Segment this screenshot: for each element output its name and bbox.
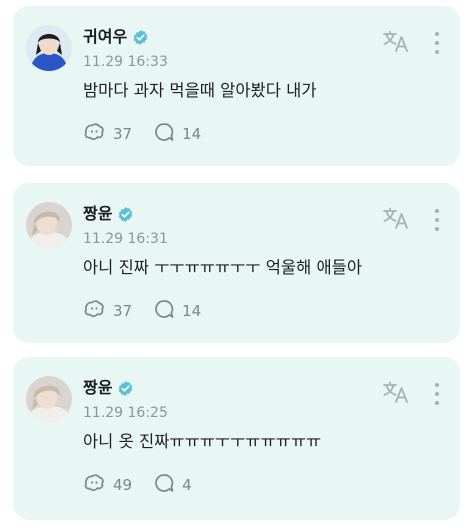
post-text: 밤마다 과자 먹을때 알아봤다 내가 (83, 81, 317, 100)
post-card[interactable]: 짱윤 11.29 16:25 아니 옷 진짜ㅠㅠㅠㅜㅜㅠㅠㅠㅠㅠ 49 4 (13, 357, 460, 520)
translate-icon[interactable] (383, 381, 409, 403)
comment-button[interactable]: 14 (154, 122, 201, 146)
reaction-count: 37 (113, 302, 133, 320)
comment-count: 14 (182, 302, 202, 320)
reaction-count: 37 (113, 125, 133, 143)
reaction-icon (83, 299, 105, 323)
comment-icon (154, 122, 174, 146)
post-header: 짱윤 (83, 203, 134, 225)
post-timestamp: 11.29 16:25 (83, 405, 168, 421)
post-card[interactable]: 짱윤 11.29 16:31 아니 진짜 ㅜㅜㅠㅠㅠㅜㅜ 억울해 애들아 37 (13, 183, 460, 343)
username[interactable]: 귀여우 (83, 26, 127, 48)
post-feed: 귀여우 11.29 16:33 밤마다 과자 먹을때 알아봤다 내가 37 14… (0, 0, 474, 530)
post-header: 짱윤 (83, 377, 134, 399)
comment-icon (154, 299, 174, 323)
avatar[interactable] (26, 25, 72, 71)
comment-icon (154, 473, 174, 497)
comment-count: 14 (182, 125, 202, 143)
more-options-icon[interactable] (431, 209, 443, 231)
post-card[interactable]: 귀여우 11.29 16:33 밤마다 과자 먹을때 알아봤다 내가 37 14 (13, 6, 460, 166)
avatar[interactable] (26, 202, 72, 248)
reaction-count: 49 (113, 476, 133, 494)
reaction-button[interactable]: 37 (83, 122, 132, 146)
comment-count: 4 (182, 476, 192, 494)
more-options-icon[interactable] (431, 32, 443, 54)
reaction-button[interactable]: 37 (83, 299, 132, 323)
post-header: 귀여우 (83, 26, 149, 48)
avatar[interactable] (26, 376, 72, 422)
more-options-icon[interactable] (431, 383, 443, 405)
reaction-icon (83, 122, 105, 146)
reaction-button[interactable]: 49 (83, 473, 132, 497)
verified-badge-icon (132, 29, 149, 46)
comment-button[interactable]: 14 (154, 299, 201, 323)
username[interactable]: 짱윤 (83, 377, 112, 399)
verified-badge-icon (117, 380, 134, 397)
post-text: 아니 옷 진짜ㅠㅠㅠㅜㅜㅠㅠㅠㅠㅠ (83, 432, 322, 451)
post-timestamp: 11.29 16:31 (83, 231, 168, 247)
translate-icon[interactable] (383, 30, 409, 52)
post-timestamp: 11.29 16:33 (83, 54, 168, 70)
comment-button[interactable]: 4 (154, 473, 192, 497)
post-actions: 49 4 (83, 473, 214, 497)
reaction-icon (83, 473, 105, 497)
verified-badge-icon (117, 206, 134, 223)
translate-icon[interactable] (383, 207, 409, 229)
post-actions: 37 14 (83, 122, 223, 146)
username[interactable]: 짱윤 (83, 203, 112, 225)
post-text: 아니 진짜 ㅜㅜㅠㅠㅠㅜㅜ 억울해 애들아 (83, 258, 363, 277)
post-actions: 37 14 (83, 299, 223, 323)
